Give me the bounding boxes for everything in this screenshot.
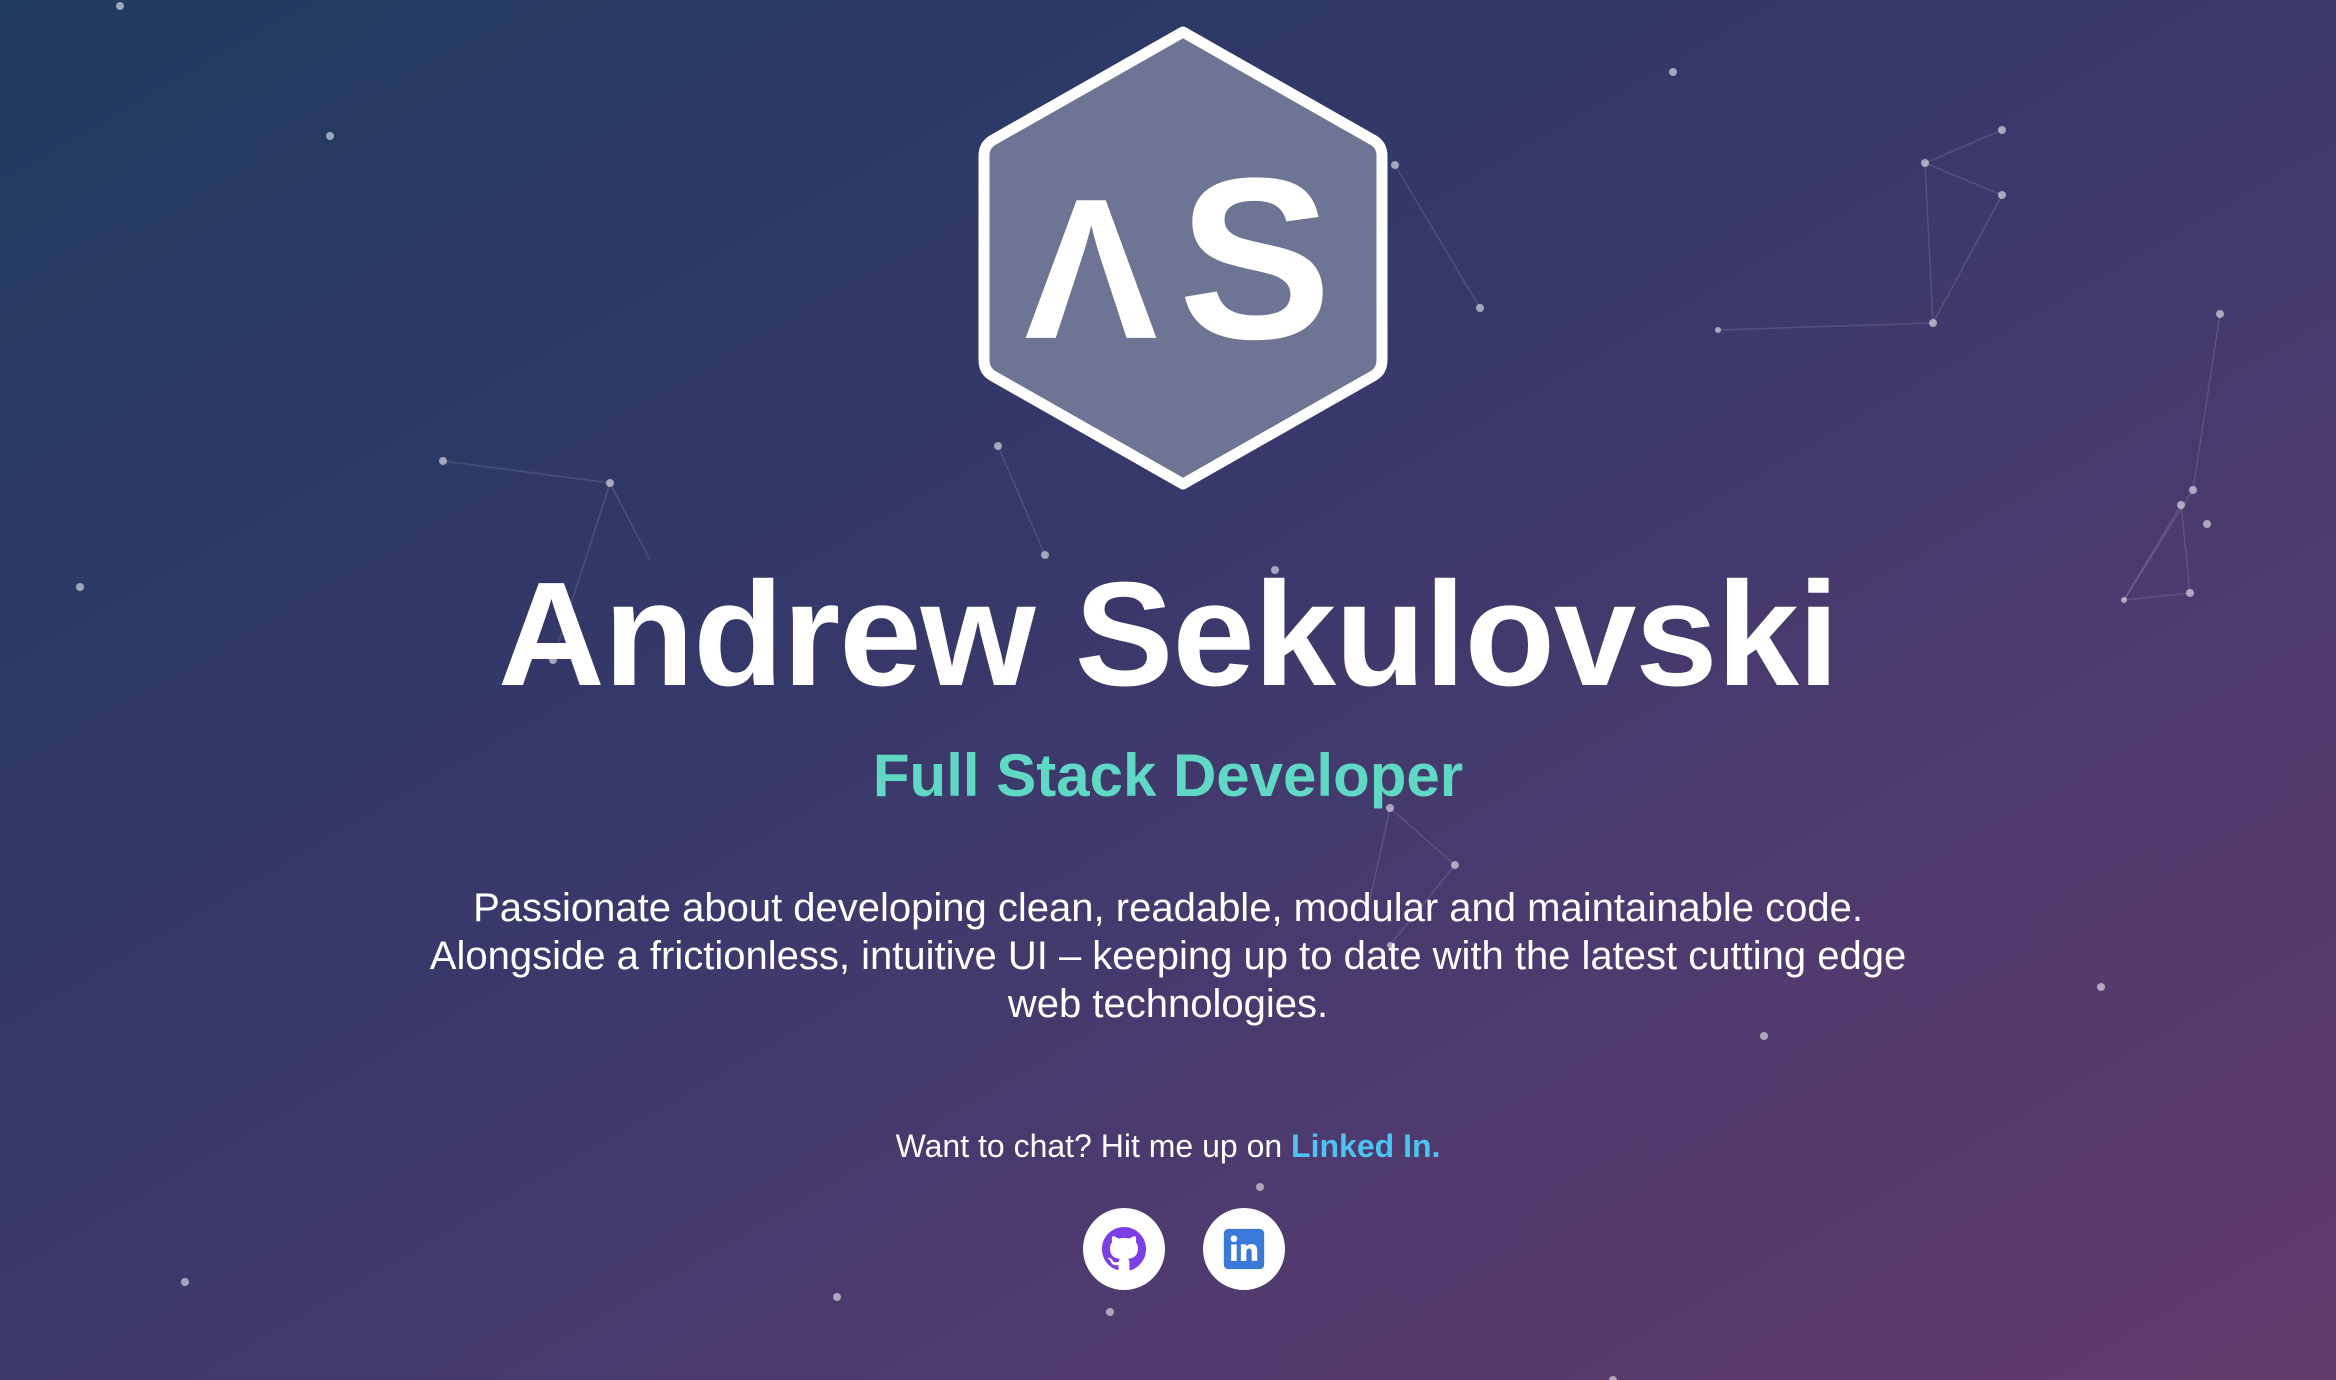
page-title: Andrew Sekulovski [497, 552, 1839, 717]
contact-line: Want to chat? Hit me up on Linked In. [0, 1124, 2336, 1168]
bio-line: Passionate about developing clean, reada… [473, 886, 1863, 930]
github-button[interactable] [1083, 1208, 1165, 1290]
bio-line: web technologies. [1007, 982, 1329, 1026]
logo-letter-a: Λ [1024, 158, 1157, 381]
bio-paragraph: Passionate about developing clean, reada… [418, 884, 1918, 1028]
linkedin-link[interactable]: Linked In. [1291, 1128, 1440, 1164]
hexagon-logo-icon: Λ S [978, 26, 1388, 490]
linkedin-icon [1223, 1228, 1265, 1270]
job-title: Full Stack Developer [872, 742, 1464, 809]
as-logo[interactable]: Λ S [978, 26, 1388, 490]
logo-letter-s: S [1178, 130, 1331, 387]
bio-line: Alongside a frictionless, intuitive UI –… [429, 934, 1907, 978]
linkedin-button[interactable] [1203, 1208, 1285, 1290]
github-icon [1101, 1226, 1147, 1271]
contact-prefix: Want to chat? Hit me up on [895, 1128, 1292, 1164]
